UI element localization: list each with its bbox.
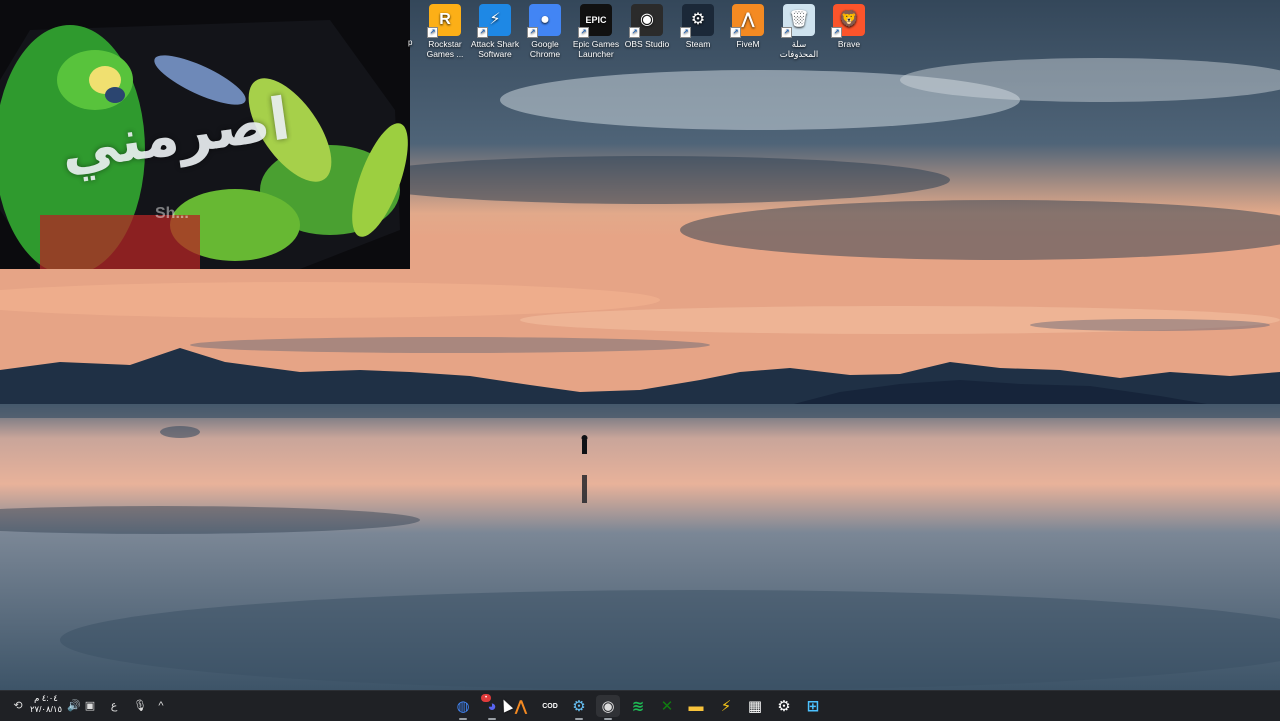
desktop-icon-label: OBS Studio xyxy=(624,39,670,49)
steam-taskbar-button[interactable]: ⚙ xyxy=(567,695,591,720)
shortcut-arrow-icon: ↗ xyxy=(527,27,538,38)
shortcut-arrow-icon: ↗ xyxy=(831,27,842,38)
brave-icon: 🦁 ↗ xyxy=(831,4,865,38)
desktop-icon-rockstar[interactable]: R ↗ Rockstar Games ... xyxy=(420,4,470,59)
notification-badge: • xyxy=(481,694,491,702)
clock-time: ٤:٠٤ م xyxy=(34,693,58,703)
attack-shark-icon: ⚡ ↗ xyxy=(477,4,511,38)
fivem-taskbar-button[interactable]: ⋀ xyxy=(509,695,533,717)
call-of-duty-taskbar-button[interactable]: COD xyxy=(538,695,562,717)
desktop-icon-label: FiveM xyxy=(736,39,760,49)
desktop-icon-label: Rockstar Games ... xyxy=(426,39,464,59)
network-settings-icon[interactable]: ⟲ xyxy=(10,698,26,714)
obs-taskbar-button[interactable]: ◉ xyxy=(596,695,620,720)
settings-taskbar-button[interactable]: ⚙ xyxy=(772,695,796,717)
microsoft-store-taskbar-icon: ▦ xyxy=(747,698,763,715)
fivem-taskbar-icon: ⋀ xyxy=(514,698,528,715)
file-explorer-taskbar-button[interactable]: ▬ xyxy=(684,695,708,717)
volume-icon[interactable]: 🔊 xyxy=(66,698,82,714)
taskbar-clock[interactable]: ٤:٠٤ م ٢٧/٠٨/١٥ xyxy=(26,693,66,715)
steam-icon: ⚙ ↗ xyxy=(680,4,714,38)
steam-taskbar-icon: ⚙ xyxy=(572,698,586,715)
shortcut-arrow-icon: ↗ xyxy=(578,27,589,38)
start-button-button[interactable]: ⊞ xyxy=(801,695,825,717)
shortcut-arrow-icon: ↗ xyxy=(477,27,488,38)
desktop-icon-label: Brave xyxy=(837,39,861,49)
sticker-overlay-window[interactable]: اصرمني Sh... xyxy=(0,0,410,269)
clock-date: ٢٧/٠٨/١٥ xyxy=(29,704,63,714)
fivem-icon: ⋀ ↗ xyxy=(730,4,764,38)
desktop-icon-fivem[interactable]: ⋀ ↗ FiveM xyxy=(723,4,773,49)
shortcut-arrow-icon: ↗ xyxy=(427,27,438,38)
call-of-duty-taskbar-icon: COD xyxy=(542,702,558,710)
desktop-icon-recycle-bin[interactable]: 🗑 ↗ سلة المحذوفات xyxy=(774,4,824,59)
desktop-icon-label: Google Chrome xyxy=(529,39,561,59)
desktop-icon-label: Steam xyxy=(685,39,711,49)
desktop-icon-obs[interactable]: ◉ ↗ OBS Studio xyxy=(622,4,672,49)
xbox-taskbar-button[interactable]: ✕ xyxy=(655,695,679,717)
chrome-taskbar-button[interactable]: ◍ xyxy=(451,695,475,720)
shortcut-arrow-icon: ↗ xyxy=(629,27,640,38)
attack-shark-taskbar-button[interactable]: ⚡ xyxy=(714,695,738,717)
epic-games-icon: EPIC ↗ xyxy=(578,4,612,38)
desktop-icon-label: Attack Shark Software xyxy=(470,39,520,59)
desktop-icon-brave[interactable]: 🦁 ↗ Brave xyxy=(824,4,874,49)
obs-icon: ◉ ↗ xyxy=(629,4,663,38)
language-icon[interactable]: ع xyxy=(106,698,122,714)
show-hidden-icons-chevron[interactable]: ^ xyxy=(153,698,169,714)
rockstar-icon: R ↗ xyxy=(427,4,461,38)
desktop-icon-chrome[interactable]: ● ↗ Google Chrome xyxy=(520,4,570,59)
microphone-icon[interactable]: 🎙 xyxy=(132,698,148,714)
file-explorer-taskbar-icon: ▬ xyxy=(688,697,704,715)
desktop-icon-steam[interactable]: ⚙ ↗ Steam xyxy=(673,4,723,49)
desktop-icon-attack-shark[interactable]: ⚡ ↗ Attack Shark Software xyxy=(470,4,520,59)
chrome-icon: ● ↗ xyxy=(527,4,561,38)
taskbar: ⟲ ٤:٠٤ م ٢٧/٠٨/١٥ 🔊 ▣ ع 🎙 ^ ◍ ◕ • ⋀ COD ⚙ ◉ ≋ ✕ ▬… xyxy=(0,690,1280,721)
start-button-icon: ⊞ xyxy=(806,698,820,715)
spotify-taskbar-icon: ≋ xyxy=(631,698,645,715)
desktop-icon-label: Epic Games Launcher xyxy=(572,39,620,59)
recycle-bin-icon: 🗑 ↗ xyxy=(781,4,815,38)
obs-taskbar-icon: ◉ xyxy=(601,698,615,715)
shortcut-arrow-icon: ↗ xyxy=(680,27,691,38)
attack-shark-taskbar-icon: ⚡ xyxy=(720,698,732,715)
settings-taskbar-icon: ⚙ xyxy=(777,698,791,715)
desktop-icon-label: سلة المحذوفات xyxy=(779,39,819,59)
overlay-subtext: Sh... xyxy=(155,205,189,222)
display-icon[interactable]: ▣ xyxy=(82,698,98,714)
desktop-edge-label: p xyxy=(408,38,413,47)
chrome-taskbar-icon: ◍ xyxy=(456,698,470,715)
xbox-taskbar-icon: ✕ xyxy=(660,698,674,715)
microsoft-store-taskbar-button[interactable]: ▦ xyxy=(743,695,767,717)
shortcut-arrow-icon: ↗ xyxy=(781,27,792,38)
shortcut-arrow-icon: ↗ xyxy=(730,27,741,38)
desktop-icon-epic-games[interactable]: EPIC ↗ Epic Games Launcher xyxy=(571,4,621,59)
spotify-taskbar-button[interactable]: ≋ xyxy=(626,695,650,717)
